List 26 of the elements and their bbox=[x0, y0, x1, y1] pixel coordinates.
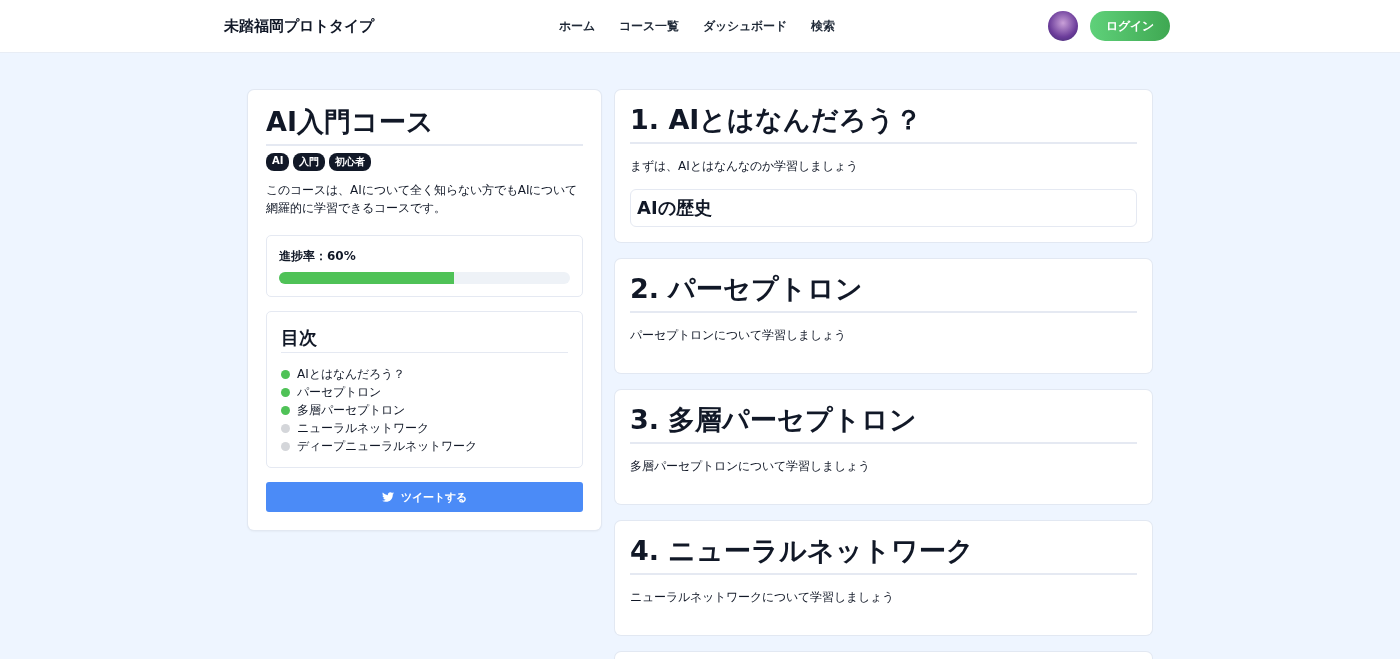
tag: 入門 bbox=[293, 153, 326, 171]
section-text: ニューラルネットワークについて学習しましょう bbox=[630, 589, 895, 606]
nav-link[interactable]: コース一覧 bbox=[619, 17, 679, 35]
toc-item[interactable]: 多層パーセプトロン bbox=[297, 401, 405, 419]
site-title[interactable]: 未踏福岡プロトタイプ bbox=[224, 16, 540, 36]
section-text: まずは、AIとはなんなのか学習しましょう bbox=[630, 158, 859, 175]
toc-item[interactable]: ニューラルネットワーク bbox=[297, 419, 429, 437]
toc-title: 目次 bbox=[281, 326, 568, 353]
tag: 初心者 bbox=[329, 153, 372, 171]
nav-link[interactable]: 検索 bbox=[811, 17, 835, 35]
toc-item[interactable]: ディープニューラルネットワーク bbox=[297, 437, 477, 455]
section-title: 2. パーセプトロン bbox=[630, 271, 1137, 313]
section-text: 多層パーセプトロンについて学習しましょう bbox=[630, 458, 871, 475]
course-description: このコースは、AIについて全く知らない方でもAIについて網羅的に学習できるコースです。 bbox=[266, 182, 579, 217]
section-text: パーセプトロンについて学習しましょう bbox=[630, 327, 847, 344]
progress-label: 進捗率：60% bbox=[279, 248, 357, 265]
section-title: 3. 多層パーセプトロン bbox=[630, 402, 1137, 444]
nav-link[interactable]: ホーム bbox=[559, 17, 595, 35]
section-title: 4. ニューラルネットワーク bbox=[630, 533, 1137, 575]
nav-link[interactable]: ダッシュボード bbox=[703, 17, 787, 35]
toc-item[interactable]: パーセプトロン bbox=[297, 383, 381, 401]
tag: AI bbox=[266, 153, 290, 171]
course-title: AI入門コース bbox=[266, 104, 583, 146]
section-title: 1. AIとはなんだろう？ bbox=[630, 102, 1137, 144]
toc-item[interactable]: AIとはなんだろう？ bbox=[297, 365, 405, 383]
subsection-heading[interactable]: AIの歴史 bbox=[630, 189, 1137, 227]
